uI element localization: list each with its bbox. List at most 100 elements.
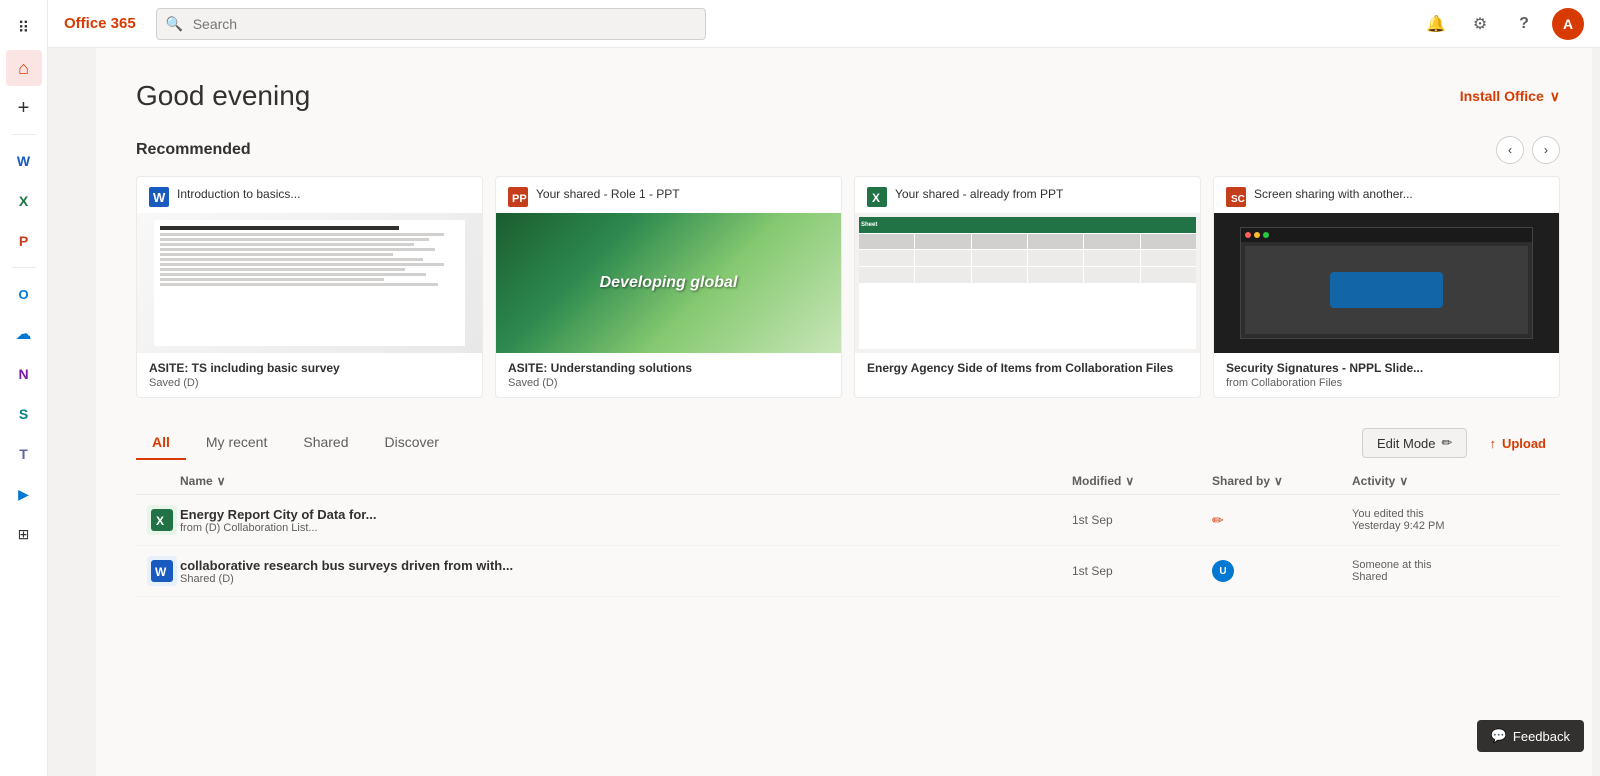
file-icon-1: W — [144, 556, 180, 586]
sidebar-sharepoint[interactable]: S — [6, 396, 42, 432]
sidebar-onenote[interactable]: N — [6, 356, 42, 392]
search-container: 🔍 — [156, 8, 706, 40]
card-app-icon-0: W — [149, 187, 169, 207]
dashboard-icon: ⊞ — [18, 526, 30, 543]
search-input[interactable] — [156, 8, 706, 40]
tab-all[interactable]: All — [136, 426, 186, 460]
file-shared-0: ✏ — [1212, 512, 1352, 529]
file-path-0: from (D) Collaboration List... — [180, 522, 1072, 534]
card-footer-1: ASITE: Understanding solutions Saved (D) — [496, 353, 841, 397]
sidebar-powerpoint[interactable]: P — [6, 223, 42, 259]
file-row-0[interactable]: X Energy Report City of Data for... from… — [136, 495, 1560, 546]
nav-prev-button[interactable]: ‹ — [1496, 136, 1524, 164]
feedback-label: Feedback — [1513, 729, 1570, 744]
file-activity-text-0: You edited this — [1352, 508, 1552, 520]
card-footer-3: Security Signatures - NPPL Slide... from… — [1214, 353, 1559, 397]
file-activity-time-0: Yesterday 9:42 PM — [1352, 520, 1552, 532]
upload-button[interactable]: ↑ Upload — [1475, 430, 1560, 457]
rec-card-3[interactable]: SC Screen sharing with another... — [1213, 176, 1560, 398]
card-title-2: Your shared - already from PPT — [895, 187, 1063, 203]
notification-button[interactable]: 🔔 — [1420, 8, 1452, 40]
waffle-icon: ⠿ — [18, 18, 30, 38]
col-shared-sort-icon: ∨ — [1274, 474, 1283, 488]
settings-button[interactable]: ⚙ — [1464, 8, 1496, 40]
file-name-1: collaborative research bus surveys drive… — [180, 558, 1072, 573]
sidebar-dashboard[interactable]: ⊞ — [6, 516, 42, 552]
sidebar-flow[interactable]: ▶ — [6, 476, 42, 512]
card-thumbnail-0 — [137, 213, 482, 353]
card-app-icon-2: X — [867, 187, 887, 207]
col-name-sort[interactable]: Name ∨ — [180, 474, 225, 488]
card-header-0: W Introduction to basics... — [137, 177, 482, 213]
upload-icon: ↑ — [1489, 436, 1496, 451]
card-footer-title-1: ASITE: Understanding solutions — [508, 361, 829, 375]
card-footer-title-2: Energy Agency Side of Items from Collabo… — [867, 361, 1188, 375]
nav-next-button[interactable]: › — [1532, 136, 1560, 164]
recommended-cards: W Introduction to basics... — [136, 176, 1560, 398]
sidebar-add[interactable]: + — [6, 90, 42, 126]
feedback-button[interactable]: 💬 Feedback — [1477, 720, 1584, 752]
edit-icon: ✏ — [1442, 435, 1453, 451]
sidebar-word[interactable]: W — [6, 143, 42, 179]
col-shared-label: Shared by — [1212, 474, 1270, 488]
add-icon: + — [18, 97, 30, 120]
file-shared-1: U — [1212, 560, 1352, 582]
sidebar-onedrive[interactable]: ☁ — [6, 316, 42, 352]
outlook-icon: O — [18, 287, 28, 302]
help-button[interactable]: ? — [1508, 8, 1540, 40]
tabs-actions: Edit Mode ✏ ↑ Upload — [1362, 428, 1560, 458]
sidebar-waffle[interactable]: ⠿ — [6, 10, 42, 46]
tabs-row: All My recent Shared Discover Edit Mode … — [136, 426, 1560, 460]
file-list-header: Name ∨ Modified ∨ Shared by ∨ Activity ∨ — [136, 468, 1560, 495]
col-shared-sort[interactable]: Shared by ∨ — [1212, 474, 1283, 488]
rec-card-2[interactable]: X Your shared - already from PPT Sheet — [854, 176, 1201, 398]
col-modified-header: Modified ∨ — [1072, 474, 1212, 488]
greeting-text: Good evening — [136, 80, 310, 112]
sidebar-home[interactable]: ⌂ — [6, 50, 42, 86]
card-footer-title-3: Security Signatures - NPPL Slide... — [1226, 361, 1547, 375]
svg-text:SC: SC — [1231, 194, 1245, 205]
scrollbar[interactable] — [1592, 0, 1600, 776]
tab-my-recent-label: My recent — [206, 434, 267, 450]
sharepoint-icon: S — [19, 406, 28, 422]
app-logo[interactable]: Office 365 — [64, 15, 136, 32]
svg-text:X: X — [156, 514, 164, 528]
file-row-1[interactable]: W collaborative research bus surveys dri… — [136, 546, 1560, 597]
card-footer-2: Energy Agency Side of Items from Collabo… — [855, 353, 1200, 385]
file-icon-0: X — [144, 505, 180, 535]
card-thumbnail-2: Sheet — [855, 213, 1200, 353]
rec-card-1[interactable]: PP Your shared - Role 1 - PPT Developing… — [495, 176, 842, 398]
card-thumbnail-1: Developing global — [496, 213, 841, 353]
install-office-button[interactable]: Install Office ∨ — [1460, 88, 1560, 105]
sidebar-teams[interactable]: T — [6, 436, 42, 472]
tab-my-recent[interactable]: My recent — [190, 426, 283, 460]
sidebar-excel[interactable]: X — [6, 183, 42, 219]
tab-shared[interactable]: Shared — [287, 426, 364, 460]
file-modified-0: 1st Sep — [1072, 513, 1212, 527]
col-name-sort-icon: ∨ — [217, 474, 226, 488]
file-name-block-1: collaborative research bus surveys drive… — [180, 558, 1072, 585]
greeting-row: Good evening Install Office ∨ — [136, 80, 1560, 112]
sidebar-divider-2 — [12, 267, 36, 268]
tab-all-label: All — [152, 434, 170, 450]
svg-text:PP: PP — [512, 193, 527, 205]
tab-shared-label: Shared — [303, 434, 348, 450]
tab-discover[interactable]: Discover — [369, 426, 455, 460]
col-modified-sort[interactable]: Modified ∨ — [1072, 474, 1134, 488]
col-modified-label: Modified — [1072, 474, 1121, 488]
sidebar-outlook[interactable]: O — [6, 276, 42, 312]
nav-next-icon: › — [1544, 143, 1548, 157]
upload-label: Upload — [1502, 436, 1546, 451]
feedback-icon: 💬 — [1491, 728, 1507, 744]
rec-card-0[interactable]: W Introduction to basics... — [136, 176, 483, 398]
sidebar-divider-1 — [12, 134, 36, 135]
card-header-2: X Your shared - already from PPT — [855, 177, 1200, 213]
edit-mode-label: Edit Mode — [1377, 436, 1436, 451]
col-activity-sort[interactable]: Activity ∨ — [1352, 474, 1408, 488]
col-activity-header: Activity ∨ — [1352, 474, 1552, 488]
user-avatar[interactable]: A — [1552, 8, 1584, 40]
install-office-label: Install Office — [1460, 88, 1544, 104]
card-footer-0: ASITE: TS including basic survey Saved (… — [137, 353, 482, 397]
header: Office 365 🔍 🔔 ⚙ ? A — [48, 0, 1600, 48]
edit-mode-button[interactable]: Edit Mode ✏ — [1362, 428, 1467, 458]
